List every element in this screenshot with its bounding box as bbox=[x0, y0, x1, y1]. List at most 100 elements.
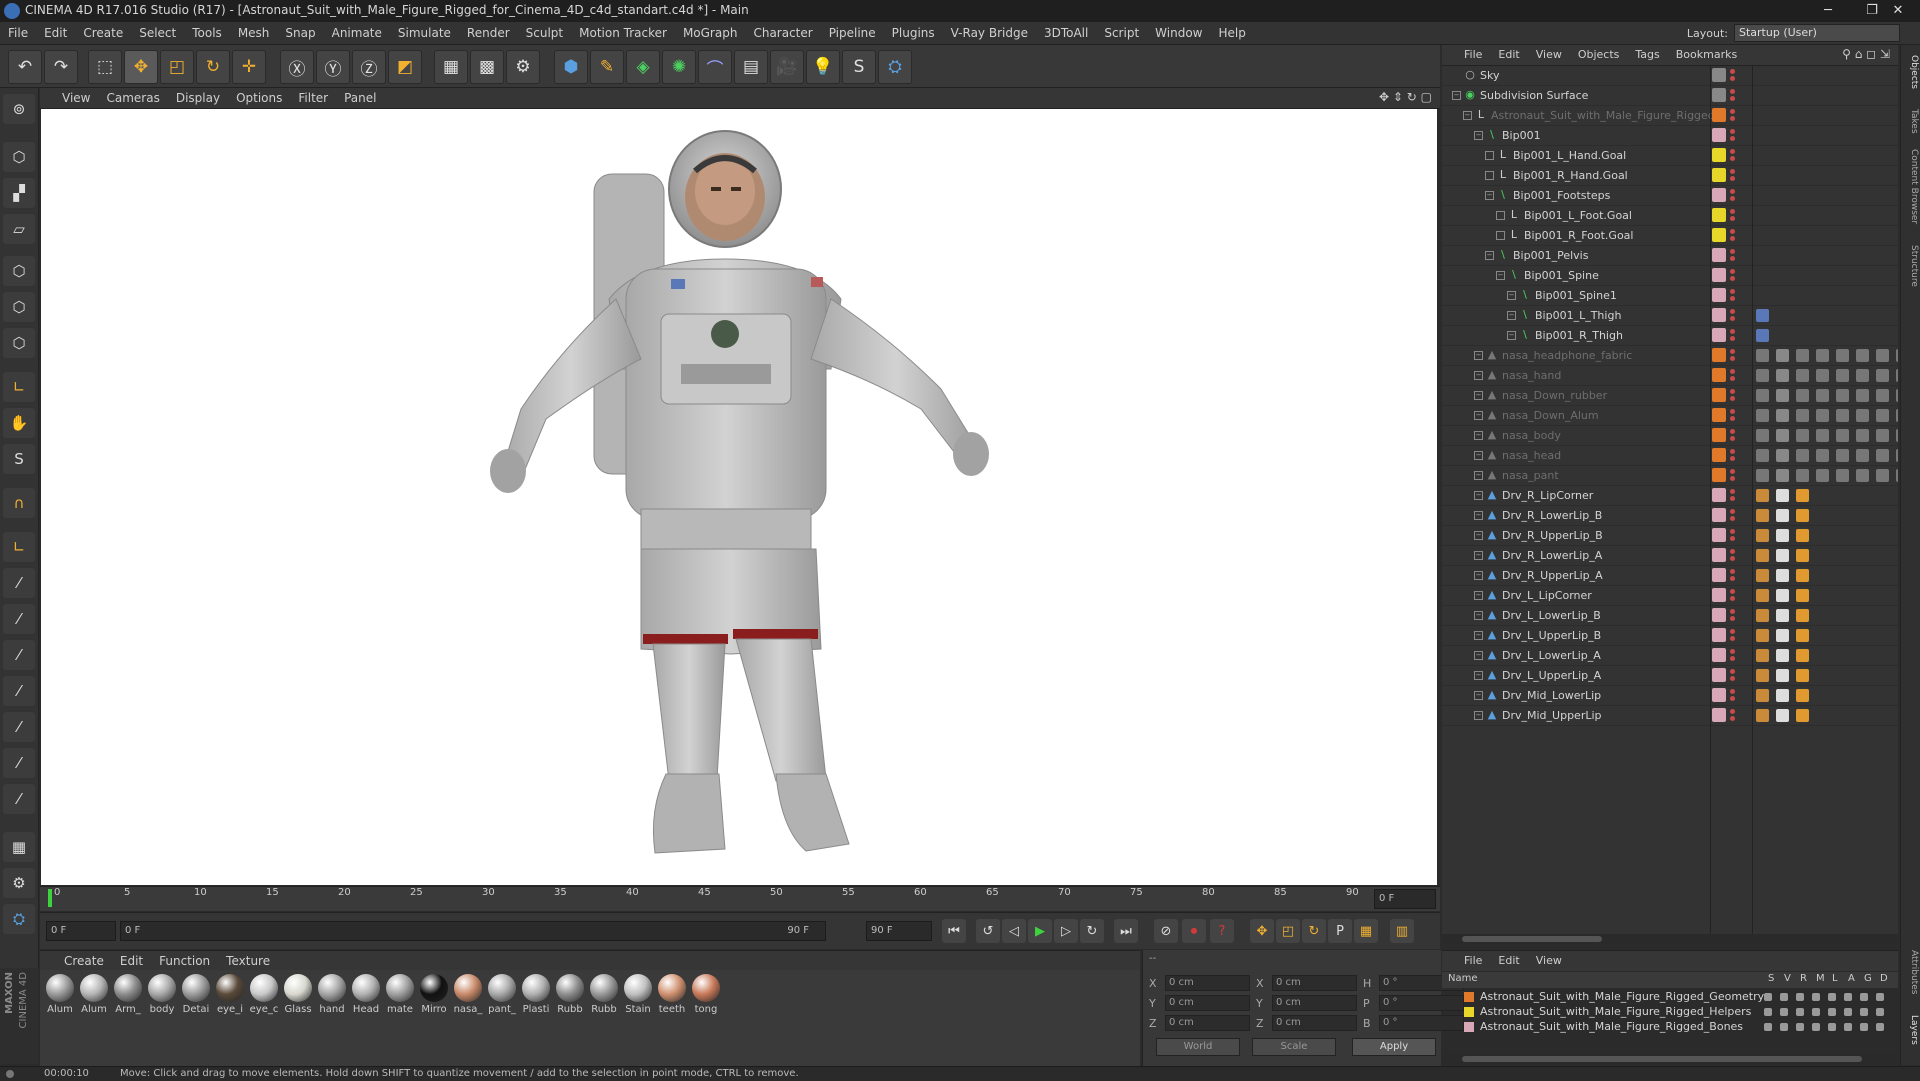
material-swatch[interactable]: tong bbox=[690, 974, 722, 1020]
object-name[interactable]: Bip001_L_Foot.Goal bbox=[1524, 209, 1632, 222]
object-tag-icon[interactable] bbox=[1836, 449, 1849, 462]
object-row[interactable]: − ▲ Drv_L_UpperLip_B bbox=[1442, 626, 1898, 646]
object-name[interactable]: Drv_Mid_UpperLip bbox=[1502, 709, 1602, 722]
object-row[interactable]: − ▲ Drv_L_UpperLip_A bbox=[1442, 666, 1898, 686]
object-tag-icon[interactable] bbox=[1796, 349, 1809, 362]
menu-3dtoall[interactable]: 3DToAll bbox=[1036, 22, 1096, 44]
object-name[interactable]: nasa_hand bbox=[1502, 369, 1561, 382]
object-name[interactable]: Drv_L_LowerLip_B bbox=[1502, 609, 1601, 622]
preview-range-slider[interactable]: 0 F 90 F bbox=[120, 921, 826, 941]
object-tag-icon[interactable] bbox=[1836, 429, 1849, 442]
layer-color-swatch[interactable] bbox=[1712, 508, 1726, 522]
object-tag-icon[interactable] bbox=[1856, 469, 1869, 482]
expand-toggle-icon[interactable]: − bbox=[1474, 491, 1483, 500]
object-tag-icon[interactable] bbox=[1756, 669, 1769, 682]
object-tag-icon[interactable] bbox=[1796, 549, 1809, 562]
undo-icon[interactable]: ↶ bbox=[8, 50, 42, 84]
editor-visibility-dot[interactable] bbox=[1730, 209, 1735, 214]
object-name[interactable]: Drv_L_LowerLip_A bbox=[1502, 649, 1601, 662]
move-icon[interactable]: ✥ bbox=[124, 50, 158, 84]
material-swatch[interactable]: Plasti bbox=[520, 974, 552, 1020]
material-swatch[interactable]: Alum bbox=[78, 974, 110, 1020]
python-icon[interactable]: ⛭ bbox=[878, 50, 912, 84]
object-tag-icon[interactable] bbox=[1776, 429, 1789, 442]
tab-objects[interactable]: Objects bbox=[1903, 55, 1919, 89]
expand-toggle-icon[interactable]: − bbox=[1507, 291, 1516, 300]
object-row[interactable]: − ▲ Drv_R_LowerLip_B bbox=[1442, 506, 1898, 526]
object-row[interactable]: − ▲ Drv_R_UpperLip_B bbox=[1442, 526, 1898, 546]
object-tag-icon[interactable] bbox=[1896, 349, 1898, 362]
material-swatch[interactable]: Arm_ bbox=[112, 974, 144, 1020]
editor-visibility-dot[interactable] bbox=[1730, 429, 1735, 434]
object-row[interactable]: − ▲ nasa_Down_Alum bbox=[1442, 406, 1898, 426]
object-tag-icon[interactable] bbox=[1776, 489, 1789, 502]
object-name[interactable]: Drv_Mid_LowerLip bbox=[1502, 689, 1601, 702]
render-visibility-dot[interactable] bbox=[1730, 636, 1735, 641]
object-name[interactable]: Drv_R_LowerLip_B bbox=[1502, 509, 1602, 522]
3d-viewport[interactable] bbox=[41, 109, 1437, 885]
tab-layers[interactable]: Layers bbox=[1903, 1015, 1919, 1045]
object-name[interactable]: Bip001_L_Thigh bbox=[1535, 309, 1621, 322]
object-menu-file[interactable]: File bbox=[1442, 45, 1490, 65]
material-swatch[interactable]: nasa_ bbox=[452, 974, 484, 1020]
editor-visibility-dot[interactable] bbox=[1730, 489, 1735, 494]
object-name[interactable]: Drv_R_UpperLip_A bbox=[1502, 569, 1603, 582]
object-tag-icon[interactable] bbox=[1896, 449, 1898, 462]
layer-flag-icon[interactable] bbox=[1860, 1023, 1868, 1031]
object-tag-icon[interactable] bbox=[1796, 449, 1809, 462]
editor-visibility-dot[interactable] bbox=[1730, 329, 1735, 334]
render-visibility-dot[interactable] bbox=[1730, 456, 1735, 461]
brush-icon[interactable]: ⁄ bbox=[3, 568, 35, 598]
material-swatch[interactable]: body bbox=[146, 974, 178, 1020]
object-tag-icon[interactable] bbox=[1756, 449, 1769, 462]
object-tag-icon[interactable] bbox=[1796, 409, 1809, 422]
material-swatch[interactable]: hand bbox=[316, 974, 348, 1020]
object-tag-icon[interactable] bbox=[1856, 409, 1869, 422]
object-tag-icon[interactable] bbox=[1776, 629, 1789, 642]
render-visibility-dot[interactable] bbox=[1730, 416, 1735, 421]
end-frame-field[interactable]: 90 F bbox=[866, 921, 932, 941]
object-tag-icon[interactable] bbox=[1756, 609, 1769, 622]
render-visibility-dot[interactable] bbox=[1730, 216, 1735, 221]
object-name[interactable]: Drv_R_LipCorner bbox=[1502, 489, 1593, 502]
layer-name[interactable]: Astronaut_Suit_with_Male_Figure_Rigged_G… bbox=[1480, 990, 1764, 1003]
editor-visibility-dot[interactable] bbox=[1730, 169, 1735, 174]
layer-color-swatch[interactable] bbox=[1712, 708, 1726, 722]
material-swatch[interactable]: eye_i bbox=[214, 974, 246, 1020]
subdivision-icon[interactable]: ◈ bbox=[626, 50, 660, 84]
menu-vray-bridge[interactable]: V-Ray Bridge bbox=[943, 22, 1036, 44]
layer-flag-icon[interactable] bbox=[1780, 1023, 1788, 1031]
minimize-button[interactable]: ─ bbox=[1806, 0, 1850, 22]
autokey-icon[interactable]: ? bbox=[1210, 919, 1234, 943]
editor-visibility-dot[interactable] bbox=[1730, 349, 1735, 354]
expand-toggle-icon[interactable]: − bbox=[1474, 391, 1483, 400]
array-icon[interactable]: ✺ bbox=[662, 50, 696, 84]
object-tag-icon[interactable] bbox=[1756, 629, 1769, 642]
pen-spline-icon[interactable]: ✎ bbox=[590, 50, 624, 84]
z-axis-icon[interactable]: Ⓩ bbox=[352, 50, 386, 84]
object-tag-icon[interactable] bbox=[1876, 469, 1889, 482]
object-tag-icon[interactable] bbox=[1756, 309, 1769, 322]
material-swatch[interactable]: Alum bbox=[44, 974, 76, 1020]
editor-visibility-dot[interactable] bbox=[1730, 709, 1735, 714]
render-visibility-dot[interactable] bbox=[1730, 356, 1735, 361]
object-tag-icon[interactable] bbox=[1816, 349, 1829, 362]
object-row[interactable]: − ▲ Drv_R_LowerLip_A bbox=[1442, 546, 1898, 566]
layer-flag-icon[interactable] bbox=[1780, 993, 1788, 1001]
texture-mode-icon[interactable]: ▞ bbox=[3, 178, 35, 208]
object-name[interactable]: Drv_R_UpperLip_B bbox=[1502, 529, 1603, 542]
object-name[interactable]: nasa_body bbox=[1502, 429, 1561, 442]
object-tag-icon[interactable] bbox=[1856, 429, 1869, 442]
layer-color-swatch[interactable] bbox=[1712, 308, 1726, 322]
object-name[interactable]: Bip001_L_Hand.Goal bbox=[1513, 149, 1626, 162]
close-button[interactable]: ✕ bbox=[1876, 0, 1920, 22]
object-tag-icon[interactable] bbox=[1796, 689, 1809, 702]
object-name[interactable]: Subdivision Surface bbox=[1480, 89, 1588, 102]
object-row[interactable]: − ◉ Subdivision Surface bbox=[1442, 86, 1898, 106]
menu-animate[interactable]: Animate bbox=[324, 22, 390, 44]
playhead[interactable] bbox=[48, 889, 52, 907]
material-menu-edit[interactable]: Edit bbox=[112, 951, 151, 971]
live-selection-icon[interactable]: ⬚ bbox=[88, 50, 122, 84]
layer-flag-icon[interactable] bbox=[1764, 1008, 1772, 1016]
object-tag-icon[interactable] bbox=[1896, 389, 1898, 402]
